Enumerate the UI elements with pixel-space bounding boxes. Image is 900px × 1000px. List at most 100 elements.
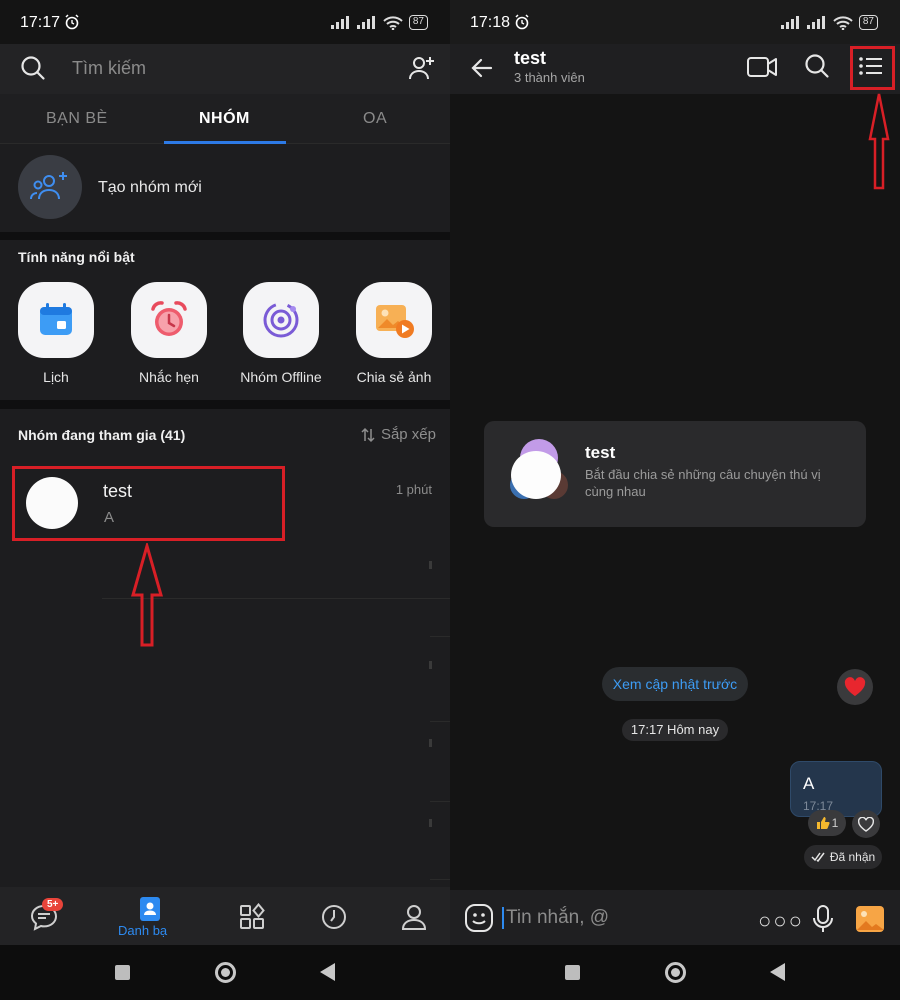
contacts-nav-label[interactable]: Danh bạ xyxy=(118,923,167,938)
video-call-icon[interactable] xyxy=(746,54,778,80)
sort-label: Sắp xếp xyxy=(380,426,436,443)
add-friend-icon[interactable] xyxy=(408,54,436,82)
feature-photo-share-label: Chia sẻ ảnh xyxy=(356,369,432,385)
react-button[interactable] xyxy=(852,810,880,838)
create-group-avatar xyxy=(18,155,82,219)
message-input[interactable]: Tin nhắn, @ xyxy=(506,907,609,929)
create-group-label: Tạo nhóm mới xyxy=(98,179,202,196)
feature-reminder-label: Nhắc hẹn xyxy=(139,369,199,385)
timeline-nav-icon[interactable] xyxy=(314,903,354,931)
heart-outline-icon xyxy=(858,816,874,832)
row-divider xyxy=(430,636,450,637)
status-bar: 17:18 87 xyxy=(450,0,900,44)
orbit-icon xyxy=(263,302,299,338)
search-icon[interactable] xyxy=(804,53,830,79)
chat-header: test 3 thành viên xyxy=(450,44,900,94)
divider xyxy=(0,232,450,240)
create-group-row[interactable]: Tạo nhóm mới xyxy=(0,144,450,232)
scroll-mark xyxy=(429,739,432,747)
highlight-box-menu xyxy=(850,46,895,90)
calendar-icon xyxy=(40,303,72,335)
featured-title: Tính năng nổi bật xyxy=(18,249,135,265)
signal-2-icon xyxy=(806,16,825,29)
feature-reminder[interactable]: Nhắc hẹn xyxy=(119,282,219,385)
up-arrow-annotation xyxy=(131,543,163,647)
joined-groups-title: Nhóm đang tham gia (41) xyxy=(18,427,186,443)
discover-nav-icon[interactable] xyxy=(232,903,272,931)
group-time: 1 phút xyxy=(395,482,432,497)
tab-groups[interactable]: NHÓM xyxy=(199,110,250,128)
search-header: Tìm kiếm xyxy=(0,44,450,94)
back-button[interactable] xyxy=(770,963,785,981)
signal-icon xyxy=(780,16,799,29)
load-previous-button[interactable]: Xem cập nhật trước xyxy=(602,667,748,701)
feature-offline-group-label: Nhóm Offline xyxy=(240,369,322,385)
chat-member-count[interactable]: 3 thành viên xyxy=(514,70,585,85)
message-input-bar: Tin nhắn, @ ○○○ xyxy=(450,890,900,946)
back-button[interactable] xyxy=(320,963,335,981)
intro-title: test xyxy=(585,443,616,462)
search-input[interactable]: Tìm kiếm xyxy=(72,58,146,79)
signal-2-icon xyxy=(356,16,375,29)
contacts-screen: 17:17 87 Tìm kiếm BẠN BÈ NHÓM OA Tạo nhó… xyxy=(0,0,450,1000)
delivery-label: Đã nhận xyxy=(829,850,876,864)
divider xyxy=(0,400,450,409)
home-button[interactable] xyxy=(215,962,236,983)
message-bubble[interactable]: A 17:17 xyxy=(790,761,882,817)
row-divider xyxy=(430,879,450,880)
home-button[interactable] xyxy=(665,962,686,983)
group-avatar xyxy=(511,451,561,499)
scroll-mark xyxy=(429,561,432,569)
row-divider xyxy=(430,801,450,802)
scroll-mark xyxy=(429,819,432,827)
tab-oa[interactable]: OA xyxy=(363,110,387,128)
sticker-icon[interactable] xyxy=(464,903,494,933)
like-reaction[interactable]: 1 xyxy=(808,810,846,836)
microphone-icon[interactable] xyxy=(812,904,834,934)
tab-friends[interactable]: BẠN BÈ xyxy=(46,110,108,128)
battery-indicator: 87 xyxy=(408,15,428,30)
wifi-icon xyxy=(383,15,403,30)
feature-photo-share[interactable]: Chia sẻ ảnh xyxy=(344,282,444,385)
chat-title[interactable]: test xyxy=(514,48,546,69)
text-caret xyxy=(502,907,504,929)
feature-offline-group[interactable]: Nhóm Offline xyxy=(231,282,331,385)
contacts-nav-icon[interactable] xyxy=(130,895,170,923)
feature-calendar[interactable]: Lịch xyxy=(6,282,106,385)
add-group-icon xyxy=(30,172,67,200)
unread-badge: 5+ xyxy=(42,898,64,911)
status-bar: 17:17 87 xyxy=(0,0,450,44)
alarm-status-icon xyxy=(515,14,529,30)
up-arrow-annotation xyxy=(868,93,890,190)
message-text: A xyxy=(803,774,815,793)
wifi-icon xyxy=(833,15,853,30)
chat-screen: 17:18 87 test 3 thành viên test Bắt đầu … xyxy=(450,0,900,1000)
search-icon[interactable] xyxy=(20,55,46,81)
feature-calendar-label: Lịch xyxy=(43,369,69,385)
date-separator: 17:17 Hôm nay xyxy=(622,719,728,741)
more-options-icon[interactable]: ○○○ xyxy=(758,908,804,934)
double-check-icon xyxy=(811,852,825,862)
sort-button[interactable]: Sắp xếp xyxy=(361,426,436,443)
system-navigation xyxy=(0,945,450,1000)
battery-indicator: 87 xyxy=(858,15,878,30)
system-navigation xyxy=(450,945,900,1000)
tab-bar: BẠN BÈ NHÓM OA xyxy=(0,94,450,144)
delivery-status: Đã nhận xyxy=(804,845,882,869)
featured-section: Tính năng nổi bật Lịch Nhắc hẹn Nhóm Off… xyxy=(0,240,450,400)
signal-icon xyxy=(330,16,349,29)
row-divider xyxy=(430,721,450,722)
back-arrow-icon[interactable] xyxy=(470,56,494,80)
status-time: 17:17 xyxy=(20,14,61,31)
thumbs-up-icon xyxy=(816,817,830,829)
quick-heart-button[interactable] xyxy=(837,669,873,705)
image-picker-icon[interactable] xyxy=(854,904,886,934)
recents-button[interactable] xyxy=(565,965,580,980)
like-count: 1 xyxy=(831,816,839,830)
photo-share-icon xyxy=(376,305,414,338)
profile-nav-icon[interactable] xyxy=(394,903,434,931)
scroll-mark xyxy=(429,661,432,669)
bottom-navigation: 5+ Danh bạ xyxy=(0,887,450,945)
recents-button[interactable] xyxy=(115,965,130,980)
group-intro-card: test Bắt đầu chia sẻ những câu chuyện th… xyxy=(484,421,866,527)
